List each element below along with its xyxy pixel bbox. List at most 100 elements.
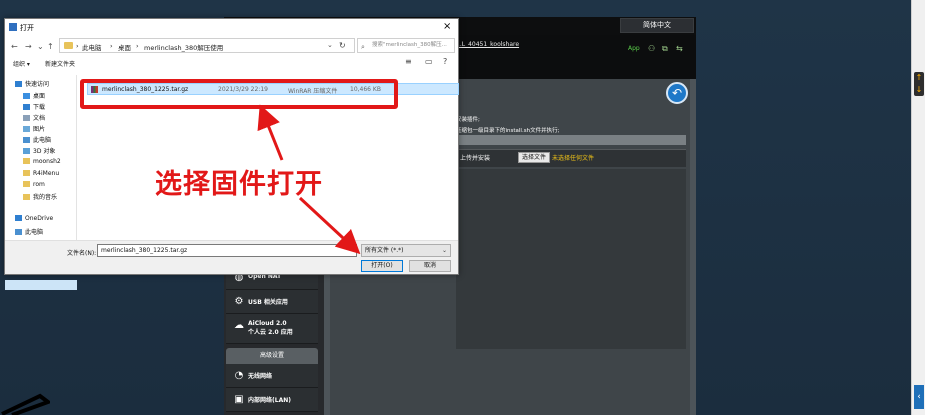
sidebar-item[interactable]: 下载✎ — [23, 102, 87, 112]
folder-icon — [23, 194, 30, 200]
close-icon[interactable]: × — [443, 21, 451, 32]
cube-icon — [23, 148, 30, 154]
dialog-titlebar: 打开 × — [5, 19, 458, 37]
sidebar-item[interactable]: R4iMenu — [23, 170, 59, 180]
scroll-arrows-icon[interactable]: ↑ ↓ — [914, 72, 924, 96]
star-icon — [15, 81, 22, 87]
open-button[interactable]: 打开(O) — [361, 260, 403, 272]
lan-icon: ▣ — [234, 394, 244, 405]
folder-icon — [64, 42, 73, 49]
dialog-footer: 文件名(N): merlinclash_380_1225.tar.gz 所有文件… — [5, 240, 458, 274]
router-side-menu: ◍ Open NAT ⚙ USB 相关应用 ☁ AiCloud 2.0 个人云 2… — [226, 266, 318, 412]
section-bar — [456, 135, 686, 145]
router-content-area — [456, 169, 686, 349]
upload-install-label: 上传并安装 — [460, 155, 491, 162]
open-file-dialog: 打开 × ← → ⌄ ↑ › 此电脑 › 桌面 › merlinclash_38… — [4, 18, 459, 290]
sidebar-item[interactable]: 文档✎ — [23, 113, 87, 123]
choose-file-button[interactable]: 选择文件 — [518, 152, 550, 163]
sidebar-item-label: 快速访问 — [25, 81, 50, 88]
instruction-line-1: 安装插件; — [456, 117, 480, 123]
search-input[interactable]: ⌕ 搜索"merlinclash_380解压... — [357, 38, 455, 53]
filename-label: 文件名(N): — [67, 250, 97, 257]
search-icon: ⌕ — [361, 43, 365, 51]
forward-arrow-icon[interactable]: → — [25, 42, 32, 51]
sidebar-item-label: R4iMenu — [33, 170, 60, 177]
menu-item-wireless[interactable]: ◔ 无线网络 — [226, 364, 318, 388]
collapse-icon[interactable]: ‹ — [914, 385, 924, 409]
sidebar-item[interactable]: rom — [23, 181, 45, 191]
breadcrumb-item[interactable]: merlinclash_380解压使用 — [144, 42, 223, 52]
usb-icon[interactable]: ⇆ — [676, 44, 683, 53]
new-folder-button[interactable]: 新建文件夹 — [45, 59, 75, 68]
sidebar-item[interactable]: 快速访问 — [15, 79, 49, 89]
sidebar-item-label: OneDrive — [25, 215, 54, 222]
instruction-line-2: 压缩包一级目录下的install.sh文件并执行; — [456, 128, 560, 134]
chevron-down-icon[interactable]: ⌄ — [327, 41, 333, 49]
sidebar-item-label: rom — [33, 181, 45, 188]
back-icon[interactable]: ↶ — [666, 82, 688, 104]
sidebar-item[interactable]: 我的音乐 — [23, 192, 57, 202]
annotation-text: 选择固件打开 — [155, 169, 323, 200]
navigation-pane: 快速访问桌面✎下载✎文档✎图片✎此电脑✎ 3D 对象 moonsh2 R4iMenu r… — [5, 75, 87, 290]
sidebar-item-label: 下载 — [33, 104, 46, 111]
dialog-toolbar: 组织 ▾ 新建文件夹 ≡ ▭ ? — [5, 57, 458, 71]
network-icon[interactable]: ⧉ — [662, 44, 668, 54]
computer-icon — [15, 229, 22, 235]
sidebar-item[interactable]: 图片✎ — [23, 124, 87, 134]
chevron-down-icon: ⌄ — [441, 247, 447, 254]
sidebar-item-label: 图片 — [33, 126, 46, 133]
app-icon — [9, 23, 17, 31]
computer-icon — [23, 137, 30, 143]
address-bar[interactable]: › 此电脑 › 桌面 › merlinclash_380解压使用 ⌄ — [59, 38, 355, 53]
sidebar-item-label: 此电脑 — [25, 229, 44, 236]
app-label[interactable]: App — [628, 45, 640, 52]
cloud-icon — [15, 215, 22, 221]
folder-icon — [23, 181, 30, 187]
back-arrow-icon[interactable]: ← — [11, 42, 18, 51]
right-toolbar: ↑ ↓ ‹ — [911, 0, 925, 415]
dialog-title: 打开 — [20, 24, 34, 32]
refresh-icon[interactable]: ↻ — [339, 41, 346, 50]
filename-input[interactable]: merlinclash_380_1225.tar.gz — [97, 244, 357, 257]
up-arrow-icon[interactable]: ↑ — [47, 42, 54, 51]
view-options-icon[interactable]: ≡ — [405, 57, 412, 66]
sidebar-item-label: 桌面 — [33, 93, 46, 100]
sidebar-item-label: 文档 — [33, 115, 46, 122]
folder-icon — [23, 170, 30, 176]
sidebar-item[interactable]: moonsh2 — [23, 158, 61, 168]
breadcrumb-item[interactable]: 桌面 — [118, 42, 131, 52]
sidebar-item-label: moonsh2 — [33, 158, 61, 165]
selected-nav-highlight — [5, 280, 77, 290]
organize-menu[interactable]: 组织 ▾ — [13, 59, 30, 68]
sidebar-item[interactable]: 桌面✎ — [23, 91, 87, 101]
sidebar-item-label: 我的音乐 — [33, 194, 58, 201]
preview-pane-icon[interactable]: ▭ — [425, 57, 433, 66]
filetype-select[interactable]: 所有文件 (*.*) ⌄ — [361, 244, 451, 257]
cancel-button[interactable]: 取消 — [409, 260, 451, 272]
wifi-icon: ◔ — [234, 370, 244, 381]
language-selector[interactable]: 简体中文 — [620, 18, 694, 33]
help-icon[interactable]: ? — [443, 57, 447, 66]
sidebar-item[interactable]: OneDrive — [15, 215, 53, 225]
menu-item-usb[interactable]: ⚙ USB 相关应用 — [226, 290, 318, 314]
folder-icon — [23, 158, 30, 164]
sidebar-item-label: 此电脑 — [33, 137, 52, 144]
picture-icon — [23, 126, 30, 132]
users-icon[interactable]: ⚇ — [648, 44, 655, 53]
router-user-link[interactable]: ...L_40451_koolshare — [456, 41, 519, 48]
breadcrumb-item[interactable]: 此电脑 — [82, 42, 102, 52]
menu-item-lan[interactable]: ▣ 内部网络(LAN) — [226, 388, 318, 412]
document-icon — [23, 115, 30, 121]
sidebar-item-label: 3D 对象 — [33, 148, 56, 155]
sidebar-item[interactable]: 3D 对象 — [23, 146, 55, 156]
download-icon — [23, 104, 30, 110]
usb-icon: ⚙ — [234, 296, 244, 307]
sidebar-item[interactable]: 此电脑 — [15, 227, 43, 237]
recent-dropdown-icon[interactable]: ⌄ — [37, 42, 44, 51]
desktop-icon — [23, 93, 30, 99]
sidebar-item[interactable]: 此电脑✎ — [23, 135, 87, 145]
cloud-icon: ☁ — [234, 320, 244, 331]
menu-item-aicloud[interactable]: ☁ AiCloud 2.0 个人云 2.0 应用 — [226, 314, 318, 344]
no-file-text: 未选择任何文件 — [552, 155, 595, 162]
advanced-settings-header: 高级设置 — [226, 348, 318, 364]
